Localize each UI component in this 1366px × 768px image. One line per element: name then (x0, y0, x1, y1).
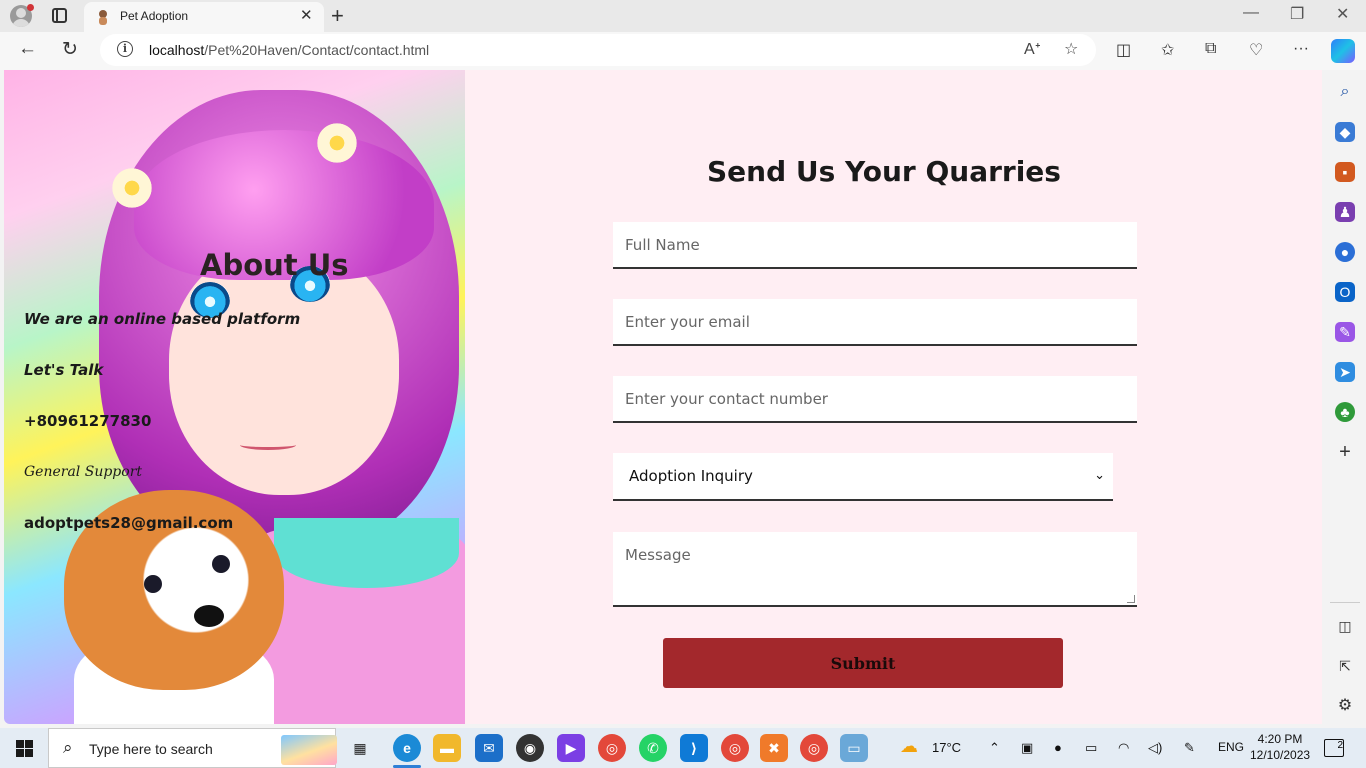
notification-icon[interactable]: 2 (1324, 739, 1344, 757)
tab-pet-adoption[interactable]: Pet Adoption ✕ (84, 2, 324, 32)
search-highlight-image (281, 735, 337, 765)
url-text[interactable]: localhost/Pet%20Haven/Contact/contact.ht… (149, 42, 429, 58)
notepad-icon[interactable]: ▭ (840, 734, 868, 762)
clock-date: 12/10/2023 (1250, 748, 1311, 762)
temperature[interactable]: 17°C (932, 740, 961, 755)
chrome-icon[interactable]: ◎ (598, 734, 626, 762)
weather-icon[interactable]: ☁ (900, 736, 918, 757)
settings-icon[interactable]: ⚙ (1335, 696, 1355, 716)
resize-grip-icon[interactable] (1127, 595, 1135, 603)
split-screen-icon[interactable]: ◫ (1116, 40, 1131, 60)
close-window-icon[interactable]: ✕ (1336, 4, 1349, 24)
back-icon[interactable]: ← (18, 38, 37, 60)
address-bar[interactable]: i localhost/Pet%20Haven/Contact/contact.… (100, 34, 1096, 66)
edge-app-icon[interactable]: e (393, 734, 421, 762)
notification-count: 2 (1337, 740, 1343, 751)
clock-time: 4:20 PM (1257, 732, 1303, 746)
wifi-icon[interactable]: ◠ (1118, 740, 1129, 756)
browser-toolbar: ← ↻ i localhost/Pet%20Haven/Contact/cont… (0, 32, 1366, 70)
send-icon[interactable]: ➤ (1335, 362, 1355, 382)
search-icon[interactable]: ⌕ (1335, 82, 1355, 102)
add-icon[interactable]: + (1335, 442, 1355, 462)
language-indicator[interactable]: ENG (1218, 740, 1244, 754)
read-aloud-icon[interactable]: Aᐩ (1024, 39, 1041, 59)
clock[interactable]: 4:20 PM 12/10/2023 (1250, 731, 1310, 763)
support-email: adoptpets28@gmail.com (24, 514, 234, 532)
refresh-icon[interactable]: ↻ (62, 38, 78, 61)
full-name-input[interactable] (613, 222, 1137, 269)
outlook-icon[interactable]: O (1335, 282, 1355, 302)
collections-icon[interactable]: ⧉ (1205, 40, 1216, 58)
inquiry-selected-value: Adoption Inquiry (629, 467, 753, 485)
media-player-icon[interactable]: ▶ (557, 734, 585, 762)
tab-title: Pet Adoption (120, 9, 189, 23)
taskbar-search-placeholder: Type here to search (89, 741, 213, 757)
submit-button[interactable]: Submit (663, 638, 1063, 688)
whatsapp-icon[interactable]: ✆ (639, 734, 667, 762)
file-explorer-icon[interactable]: ▬ (433, 734, 461, 762)
browser-title-bar: Pet Adoption ✕ + — ❐ ✕ (0, 0, 1366, 32)
about-tagline: We are an online based platform (24, 310, 301, 328)
copilot-icon[interactable] (1331, 39, 1355, 63)
performance-icon[interactable]: ♡ (1249, 40, 1263, 60)
about-us-title: About Us (200, 248, 349, 282)
form-heading: Send Us Your Quarries (707, 155, 1061, 188)
profile-notification-dot (27, 4, 34, 11)
inquiry-type-select[interactable]: Adoption Inquiry ⌄ (613, 453, 1113, 501)
games-icon[interactable]: ♟ (1335, 202, 1355, 222)
email-input[interactable] (613, 299, 1137, 346)
chrome-profile-2-icon[interactable]: ◎ (800, 734, 828, 762)
taskbar-search-box[interactable]: ⌕ Type here to search (48, 728, 337, 768)
info-icon[interactable]: i (117, 41, 133, 57)
vscode-icon[interactable]: ⟩ (680, 734, 708, 762)
tools-icon[interactable]: ▪ (1335, 162, 1355, 182)
chevron-down-icon: ⌄ (1094, 468, 1105, 483)
more-icon[interactable]: ··· (1293, 40, 1309, 58)
restore-icon[interactable]: ❐ (1290, 4, 1304, 24)
page-content: About Us We are an online based platform… (4, 70, 1322, 724)
new-tab-icon[interactable]: + (331, 3, 344, 29)
camera-icon[interactable]: ▣ (1021, 740, 1033, 756)
microphone-icon[interactable]: ● (1054, 740, 1062, 755)
mail-icon[interactable]: ✉ (475, 734, 503, 762)
volume-icon[interactable]: ◁) (1148, 740, 1162, 756)
edge-sidebar: ⌕ ◆ ▪ ♟ ● O ✎ ➤ ♣ + ◫ ⇱ ⚙ (1324, 70, 1366, 724)
xampp-icon[interactable]: ✖ (760, 734, 788, 762)
battery-icon[interactable]: ▭ (1085, 740, 1097, 756)
minimize-icon[interactable]: — (1243, 4, 1259, 22)
lets-talk-label: Let's Talk (24, 361, 104, 379)
contact-number-input[interactable] (613, 376, 1137, 423)
favorites-icon[interactable]: ✩ (1161, 40, 1174, 60)
about-us-panel: About Us We are an online based platform… (4, 70, 465, 724)
general-support-label: General Support (24, 464, 143, 480)
obs-icon[interactable]: ◉ (516, 734, 544, 762)
microsoft-365-icon[interactable]: ● (1335, 242, 1355, 262)
tab-close-icon[interactable]: ✕ (300, 6, 313, 24)
windows-start-icon[interactable] (16, 740, 33, 757)
message-placeholder: Message (625, 546, 691, 564)
sidebar-divider (1330, 602, 1360, 603)
message-textarea[interactable]: Message (613, 532, 1137, 607)
shopping-icon[interactable]: ◆ (1335, 122, 1355, 142)
dog-favicon-icon (99, 10, 107, 25)
task-view-icon[interactable]: ▦ (346, 734, 374, 762)
search-icon: ⌕ (63, 738, 73, 757)
open-external-icon[interactable]: ⇱ (1335, 656, 1355, 676)
windows-taskbar: ⌕ Type here to search ▦ e ▬ ✉ ◉ ▶ ◎ ✆ ⟩ … (0, 728, 1366, 768)
tab-actions-icon[interactable] (52, 8, 67, 23)
pen-icon[interactable]: ✎ (1184, 740, 1195, 756)
designer-icon[interactable]: ✎ (1335, 322, 1355, 342)
show-hidden-icons-icon[interactable]: ⌃ (989, 740, 1000, 756)
tree-icon[interactable]: ♣ (1335, 402, 1355, 422)
phone-number: +80961277830 (24, 412, 152, 430)
favorite-star-icon[interactable]: ☆ (1064, 39, 1078, 59)
chrome-profile-icon[interactable]: ◎ (721, 734, 749, 762)
hide-sidebar-icon[interactable]: ◫ (1335, 616, 1355, 636)
